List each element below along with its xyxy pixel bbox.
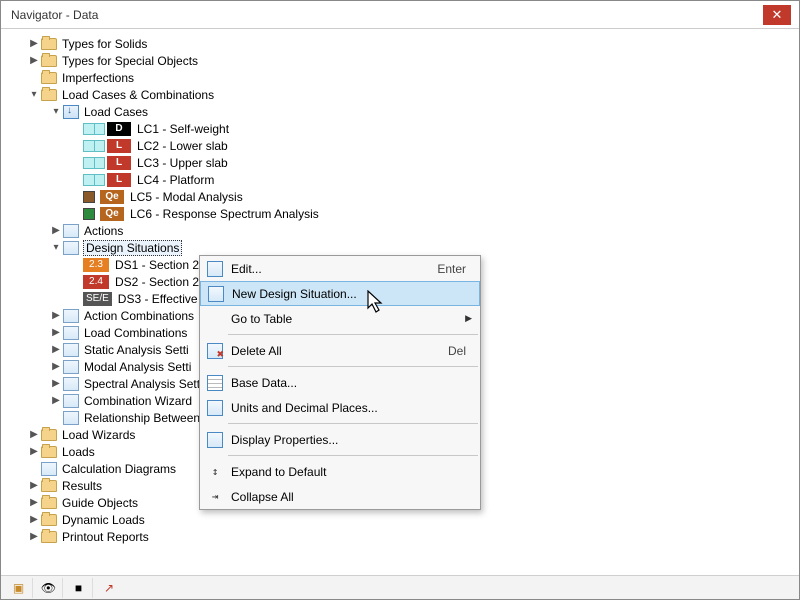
chevron-right-icon[interactable]: ▶ (49, 343, 63, 357)
menu-item-expand-to-default[interactable]: ↕ Expand to Default (200, 459, 480, 484)
bottom-toolbar: ▣ 👁 ■ ↗ (1, 575, 799, 599)
display-toggle-icon: ▣ (13, 581, 24, 595)
edit-icon (207, 261, 223, 277)
menu-item-edit[interactable]: Edit... Enter (200, 256, 480, 281)
tree-item-printout-reports[interactable]: ▶Printout Reports (1, 528, 799, 545)
chevron-right-icon[interactable]: ▶ (27, 479, 41, 493)
context-menu: Edit... Enter New Design Situation... Go… (199, 255, 481, 510)
folder-icon (41, 480, 57, 492)
window-title: Navigator - Data (9, 8, 763, 22)
tree-item-lc1[interactable]: D LC1 - Self-weight (1, 120, 799, 137)
menu-item-base-data[interactable]: Base Data... (200, 370, 480, 395)
tree-item-lc6[interactable]: Qe LC6 - Response Spectrum Analysis (1, 205, 799, 222)
folder-icon (41, 514, 57, 526)
tree-item-lc3[interactable]: L LC3 - Upper slab (1, 154, 799, 171)
color-square-icon (83, 208, 95, 220)
folder-icon (41, 89, 57, 101)
action-combinations-icon (63, 309, 79, 323)
delete-icon (207, 343, 223, 359)
chevron-right-icon[interactable]: ▶ (27, 513, 41, 527)
chevron-right-icon[interactable]: ▶ (27, 428, 41, 442)
eye-icon: 👁 (41, 581, 56, 595)
new-design-situation-icon (208, 286, 224, 302)
toolbar-button-2[interactable]: 👁 (35, 578, 63, 598)
menu-separator (228, 334, 478, 335)
chevron-down-icon[interactable]: ▾ (27, 88, 41, 102)
display-properties-icon (207, 432, 223, 448)
folder-icon (41, 72, 57, 84)
menu-separator (228, 455, 478, 456)
chevron-right-icon[interactable]: ▶ (49, 377, 63, 391)
tree-item-types-for-special-objects[interactable]: ▶ Types for Special Objects (1, 52, 799, 69)
load-category-badge: D (107, 122, 131, 136)
menu-item-delete-all[interactable]: Delete All Del (200, 338, 480, 363)
modal-analysis-icon (63, 360, 79, 374)
close-button[interactable]: ✕ (763, 5, 791, 25)
ds-badge: 2.3 (83, 258, 109, 272)
menu-separator (228, 423, 478, 424)
tree-item-load-cases-combinations[interactable]: ▾ Load Cases & Combinations (1, 86, 799, 103)
expand-icon: ↕ (212, 465, 219, 478)
chevron-right-icon[interactable]: ▶ (27, 54, 41, 68)
static-analysis-icon (63, 343, 79, 357)
chevron-down-icon[interactable]: ▾ (49, 241, 63, 255)
menu-item-display-properties[interactable]: Display Properties... (200, 427, 480, 452)
units-icon (207, 400, 223, 416)
chevron-right-icon[interactable]: ▶ (27, 530, 41, 544)
tree-item-design-situations[interactable]: ▾ Design Situations (1, 239, 799, 256)
folder-icon (41, 429, 57, 441)
tree-item-lc2[interactable]: L LC2 - Lower slab (1, 137, 799, 154)
folder-icon (41, 497, 57, 509)
spectral-analysis-icon (63, 377, 79, 391)
chevron-right-icon[interactable]: ▶ (49, 224, 63, 238)
load-category-badge: Qe (100, 207, 124, 221)
calc-diagrams-icon (41, 462, 57, 476)
folder-icon (41, 446, 57, 458)
chevron-right-icon[interactable]: ▶ (49, 394, 63, 408)
menu-item-collapse-all[interactable]: ⇥ Collapse All (200, 484, 480, 509)
load-category-badge: L (107, 139, 131, 153)
tree-item-load-cases[interactable]: ▾ Load Cases (1, 103, 799, 120)
menu-item-go-to-table[interactable]: Go to Table (200, 306, 480, 331)
tree-item-types-for-solids[interactable]: ▶ Types for Solids (1, 35, 799, 52)
folder-icon (41, 55, 57, 67)
chevron-right-icon[interactable]: ▶ (49, 326, 63, 340)
chevron-right-icon[interactable]: ▶ (27, 445, 41, 459)
color-square-icon (83, 191, 95, 203)
ds-badge: SE/E (83, 292, 112, 306)
tree-item-lc5[interactable]: Qe LC5 - Modal Analysis (1, 188, 799, 205)
base-data-icon (207, 375, 223, 391)
load-category-badge: L (107, 156, 131, 170)
tree-item-lc4[interactable]: L LC4 - Platform (1, 171, 799, 188)
load-cases-icon (63, 105, 79, 119)
relationship-icon (63, 411, 79, 425)
load-combinations-icon (63, 326, 79, 340)
chevron-right-icon[interactable]: ▶ (27, 496, 41, 510)
tree-item-dynamic-loads[interactable]: ▶Dynamic Loads (1, 511, 799, 528)
menu-separator (228, 366, 478, 367)
chevron-down-icon[interactable]: ▾ (49, 105, 63, 119)
design-situations-icon (63, 241, 79, 255)
load-case-squares-icon (83, 123, 103, 135)
toolbar-button-3[interactable]: ■ (65, 578, 93, 598)
ds-badge: 2.4 (83, 275, 109, 289)
tree-item-imperfections[interactable]: ▶ Imperfections (1, 69, 799, 86)
chevron-right-icon[interactable]: ▶ (27, 37, 41, 51)
menu-item-units[interactable]: Units and Decimal Places... (200, 395, 480, 420)
menu-item-new-design-situation[interactable]: New Design Situation... (200, 281, 480, 306)
chevron-right-icon[interactable]: ▶ (49, 309, 63, 323)
combo-wizard-icon (63, 394, 79, 408)
toolbar-button-4[interactable]: ↗ (95, 578, 123, 598)
folder-icon (41, 531, 57, 543)
flag-icon: ↗ (104, 581, 114, 595)
load-category-badge: Qe (100, 190, 124, 204)
toolbar-button-1[interactable]: ▣ (5, 578, 33, 598)
collapse-icon: ⇥ (212, 490, 219, 503)
actions-icon (63, 224, 79, 238)
chevron-right-icon[interactable]: ▶ (49, 360, 63, 374)
folder-icon (41, 38, 57, 50)
tree-item-actions[interactable]: ▶ Actions (1, 222, 799, 239)
camera-icon: ■ (75, 581, 82, 595)
load-category-badge: L (107, 173, 131, 187)
